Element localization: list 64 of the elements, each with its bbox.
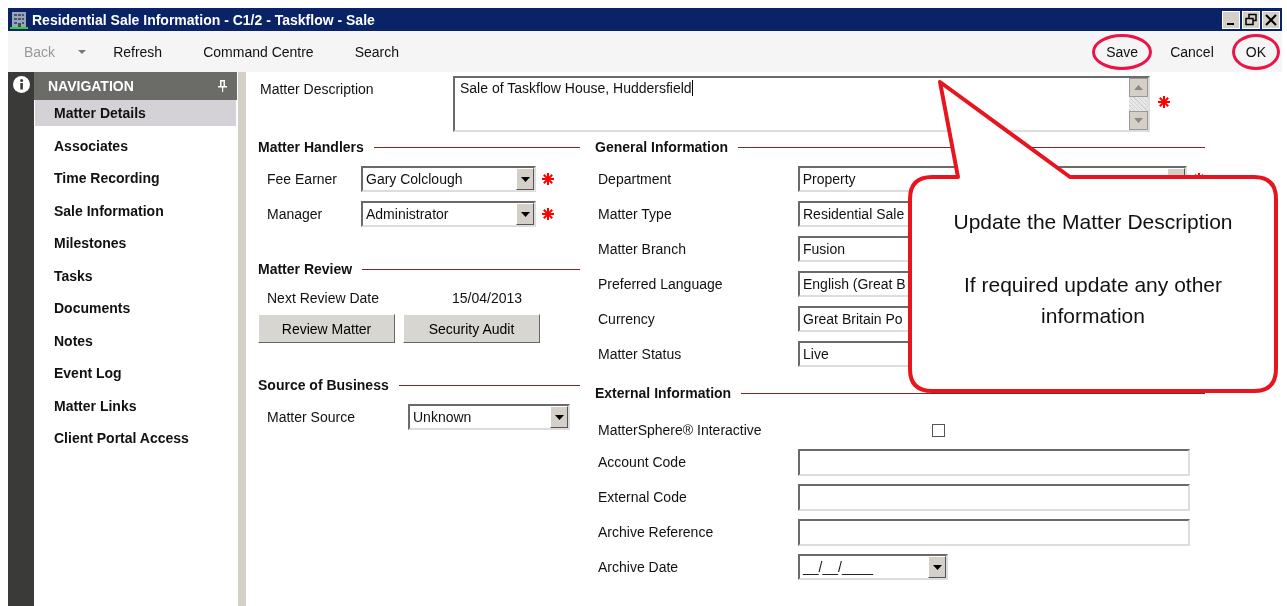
minimize-button[interactable]	[1222, 10, 1240, 29]
info-icon[interactable]	[12, 76, 30, 93]
field-label: Matter Branch	[597, 241, 687, 257]
nav-item[interactable]: Sale Information	[35, 197, 236, 224]
toolbar-button[interactable]: Refresh	[99, 33, 177, 70]
field-label: Next Review Date	[266, 290, 381, 306]
nav-item[interactable]: Milestones	[35, 230, 236, 256]
window-title: Residential Sale Information - C1/2 - Taskflow - Sale	[32, 11, 376, 28]
nav-item[interactable]: Documents	[35, 295, 236, 321]
building-icon	[10, 10, 28, 29]
nav-item[interactable]: Matter Details	[35, 100, 236, 126]
dropdown-arrow-icon	[520, 211, 530, 217]
field-label: Matter Status	[597, 346, 683, 362]
field-value: 15/04/2013	[452, 290, 523, 306]
input-field[interactable]	[798, 448, 1190, 476]
nav-item[interactable]: Associates	[35, 132, 236, 159]
callout-text: Update the Matter Description	[953, 209, 1233, 235]
dropdown-field[interactable]: Unknown	[408, 404, 570, 430]
section-title: General Information	[595, 139, 729, 155]
section-title: Source of Business	[258, 377, 389, 393]
action-button[interactable]: Security Audit	[403, 314, 540, 343]
field-label: Preferred Language	[597, 276, 724, 292]
dropdown-arrow-icon	[554, 414, 564, 420]
field-label: MatterSphere® Interactive	[597, 422, 763, 438]
action-button[interactable]: Review Matter	[258, 314, 395, 343]
toolbar-button[interactable]: Command Centre	[189, 33, 328, 70]
date-field[interactable]: __/__/____	[798, 554, 948, 580]
dropdown-arrow-icon	[520, 176, 530, 182]
callout-text: If required update any other information	[963, 272, 1223, 329]
close-button[interactable]	[1262, 10, 1280, 29]
pin-icon[interactable]	[218, 80, 227, 92]
nav-item[interactable]: Tasks	[35, 262, 236, 289]
field-label: Manager	[266, 206, 324, 222]
input-field[interactable]	[798, 483, 1190, 511]
toolbar-button[interactable]: Search	[340, 33, 413, 70]
caret-icon[interactable]	[78, 49, 87, 54]
nav-item[interactable]: Time Recording	[35, 165, 236, 191]
field-label: Account Code	[597, 454, 687, 470]
field-label: Department	[597, 171, 673, 187]
nav-item[interactable]: Client Portal Access	[35, 425, 236, 451]
field-label: Matter Description	[259, 80, 375, 97]
field-label: Fee Earner	[266, 171, 339, 187]
field-label: Matter Type	[597, 206, 673, 222]
restore-button[interactable]	[1242, 10, 1260, 29]
nav-item[interactable]: Matter Links	[35, 392, 236, 419]
toolbar-button[interactable]: Save	[1092, 33, 1153, 70]
section-title: Matter Handlers	[258, 139, 364, 155]
input-field[interactable]	[798, 518, 1190, 546]
nav-item[interactable]: Event Log	[35, 360, 236, 386]
field-label: Archive Reference	[597, 524, 715, 540]
field-label: External Code	[597, 489, 688, 505]
checkbox[interactable]	[932, 423, 945, 437]
field-label: Matter Source	[266, 409, 356, 425]
field-label: Archive Date	[597, 559, 680, 575]
nav-item[interactable]: Notes	[35, 327, 236, 354]
dropdown-field[interactable]: Administrator	[361, 201, 536, 227]
toolbar-button[interactable]: OK	[1231, 33, 1280, 70]
panel-title: NAVIGATION	[48, 78, 134, 94]
section-title: Matter Review	[258, 261, 353, 277]
section-title: External Information	[595, 385, 732, 401]
field-label: Currency	[597, 311, 656, 327]
toolbar-button[interactable]: Cancel	[1156, 33, 1228, 70]
dropdown-arrow-icon	[932, 564, 942, 570]
dropdown-field[interactable]: Gary Colclough	[361, 166, 536, 192]
